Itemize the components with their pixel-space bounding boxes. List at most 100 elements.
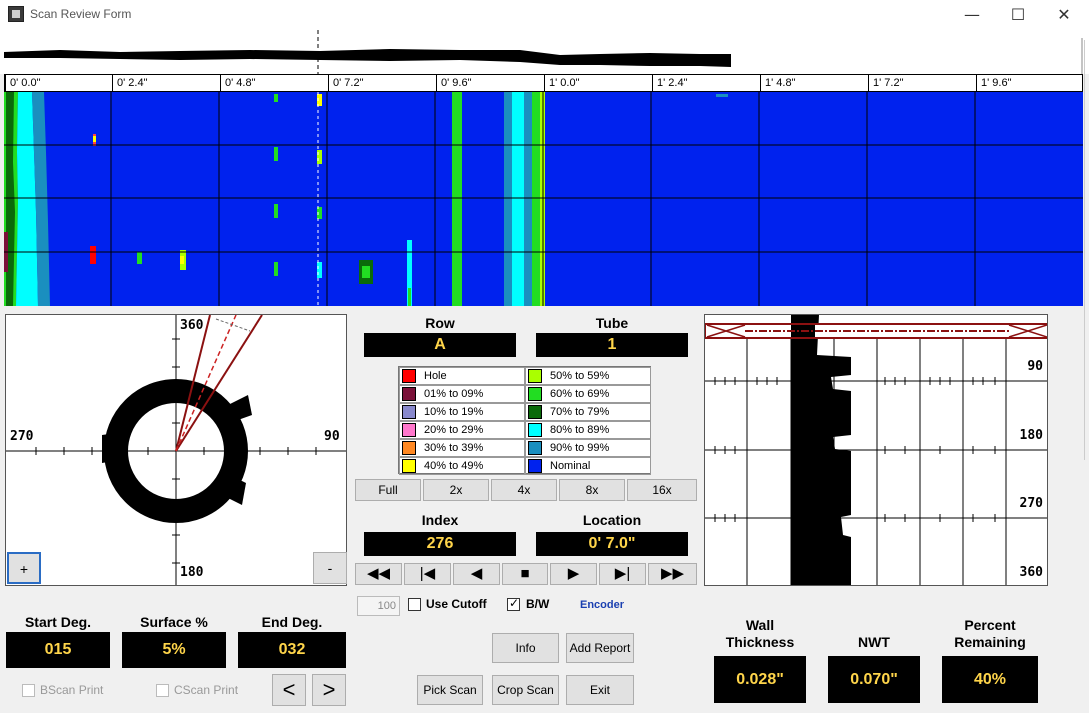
cscan-view[interactable] xyxy=(4,92,1083,306)
polar-label-90: 90 xyxy=(324,429,340,444)
bscan-print-label: BScan Print xyxy=(40,683,104,697)
ruler-label: 0' 7.2" xyxy=(328,75,363,91)
profile-strip xyxy=(0,30,1089,74)
bscan-label-180: 180 xyxy=(1019,428,1043,443)
percent-label-line2: Remaining xyxy=(954,634,1026,650)
zoom-2x-button[interactable]: 2x xyxy=(423,479,489,501)
legend-swatch xyxy=(528,441,542,455)
legend-swatch xyxy=(402,387,416,401)
legend-item: 10% to 19% xyxy=(399,403,525,421)
nwt-value: 0.070" xyxy=(828,656,920,703)
legend-swatch xyxy=(402,459,416,473)
ruler-label: 0' 2.4" xyxy=(112,75,147,91)
legend-label: 30% to 39% xyxy=(424,442,484,454)
legend-item: 01% to 09% xyxy=(399,385,525,403)
percent-remaining-label: Percent Remaining xyxy=(942,617,1038,651)
nav-last-button[interactable]: ▶▶ xyxy=(648,563,697,585)
bscan-label-90: 90 xyxy=(1027,359,1043,374)
nav-end-button[interactable]: ▶| xyxy=(599,563,646,585)
surface-label: Surface % xyxy=(140,614,208,630)
polar-view[interactable]: 360 270 90 180 + - xyxy=(5,314,347,586)
legend-label: 70% to 79% xyxy=(550,406,610,418)
minimize-button[interactable]: — xyxy=(949,0,995,30)
start-deg-value: 015 xyxy=(6,632,110,668)
legend-swatch xyxy=(402,423,416,437)
bw-label: B/W xyxy=(526,597,550,611)
index-label: Index xyxy=(421,512,459,528)
bscan-graph xyxy=(705,315,1047,585)
maximize-button[interactable]: ☐ xyxy=(995,0,1041,30)
bscan-label-360: 360 xyxy=(1019,565,1043,580)
row-value: A xyxy=(364,333,516,357)
nav-start-button[interactable]: |◀ xyxy=(404,563,451,585)
profile-graph xyxy=(4,30,1083,74)
legend-label: 90% to 99% xyxy=(550,442,610,454)
legend-item: 30% to 39% xyxy=(399,439,525,457)
zoom-in-button[interactable]: + xyxy=(7,552,41,584)
percent-remaining-value: 40% xyxy=(942,656,1038,703)
bscan-print-checkbox[interactable] xyxy=(22,684,35,697)
location-value: 0' 7.0" xyxy=(536,532,688,556)
zoom-4x-button[interactable]: 4x xyxy=(491,479,557,501)
exit-button[interactable]: Exit xyxy=(566,675,634,705)
wall-label-line1: Wall xyxy=(745,617,775,633)
legend-label: 50% to 59% xyxy=(550,370,610,382)
legend-label: Hole xyxy=(424,370,447,382)
info-button[interactable]: Info xyxy=(492,633,559,663)
distance-ruler: 0' 0.0" 0' 2.4" 0' 4.8" 0' 7.2" 0' 9.6" … xyxy=(4,74,1083,92)
legend-item: 70% to 79% xyxy=(525,403,651,421)
bscan-view[interactable]: 90 180 270 360 xyxy=(704,314,1048,586)
cscan-print-label: CScan Print xyxy=(174,683,239,697)
ruler-label: 1' 4.8" xyxy=(760,75,795,91)
legend-swatch xyxy=(402,405,416,419)
nav-next-button[interactable]: ▶ xyxy=(550,563,597,585)
legend-label: 80% to 89% xyxy=(550,424,610,436)
close-button[interactable]: ✕ xyxy=(1041,0,1087,30)
wall-label-line2: Thickness xyxy=(725,634,795,650)
wall-thickness-value: 0.028" xyxy=(714,656,806,703)
legend-item: 90% to 99% xyxy=(525,439,651,457)
ruler-label: 0' 9.6" xyxy=(436,75,471,91)
right-edge-divider xyxy=(1084,40,1089,460)
polar-label-270: 270 xyxy=(10,429,34,444)
legend-item: 80% to 89% xyxy=(525,421,651,439)
polar-label-180: 180 xyxy=(180,565,204,580)
nav-prev-button[interactable]: ◀ xyxy=(453,563,500,585)
legend-label: 20% to 29% xyxy=(424,424,484,436)
legend-item: 40% to 49% xyxy=(399,457,525,475)
pick-scan-button[interactable]: Pick Scan xyxy=(417,675,483,705)
legend-swatch xyxy=(528,369,542,383)
nav-stop-button[interactable]: ■ xyxy=(502,563,548,585)
bw-checkbox[interactable] xyxy=(507,596,520,611)
ruler-label: 1' 7.2" xyxy=(868,75,903,91)
nav-first-button[interactable]: ◀◀ xyxy=(355,563,402,585)
crop-scan-button[interactable]: Crop Scan xyxy=(492,675,559,705)
cscan-print-checkbox[interactable] xyxy=(156,684,169,697)
next-scan-button[interactable]: > xyxy=(312,674,346,706)
legend-label: 10% to 19% xyxy=(424,406,484,418)
legend-item: Nominal xyxy=(525,457,651,475)
prev-scan-button[interactable]: < xyxy=(272,674,306,706)
use-cutoff-label: Use Cutoff xyxy=(426,597,487,611)
legend-swatch xyxy=(528,405,542,419)
legend-item: Hole xyxy=(399,367,525,385)
ruler-label: 0' 0.0" xyxy=(5,75,40,91)
zoom-full-button[interactable]: Full xyxy=(355,479,421,501)
color-legend: Hole 50% to 59% 01% to 09% 60% to 69% 10… xyxy=(398,366,651,475)
zoom-16x-button[interactable]: 16x xyxy=(627,479,697,501)
tube-label: Tube xyxy=(595,315,629,331)
use-cutoff-checkbox[interactable] xyxy=(408,598,421,611)
zoom-8x-button[interactable]: 8x xyxy=(559,479,625,501)
legend-swatch xyxy=(528,459,542,473)
legend-item: 60% to 69% xyxy=(525,385,651,403)
end-deg-label: End Deg. xyxy=(261,614,323,630)
legend-item: 50% to 59% xyxy=(525,367,651,385)
start-deg-label: Start Deg. xyxy=(24,614,92,630)
ruler-label: 0' 4.8" xyxy=(220,75,255,91)
add-report-button[interactable]: Add Report xyxy=(566,633,634,663)
cutoff-input[interactable]: 100 xyxy=(357,596,400,616)
legend-label: 01% to 09% xyxy=(424,388,484,400)
legend-swatch xyxy=(402,369,416,383)
zoom-out-button[interactable]: - xyxy=(313,552,347,584)
title-bar: Scan Review Form — ☐ ✕ xyxy=(0,0,1089,30)
